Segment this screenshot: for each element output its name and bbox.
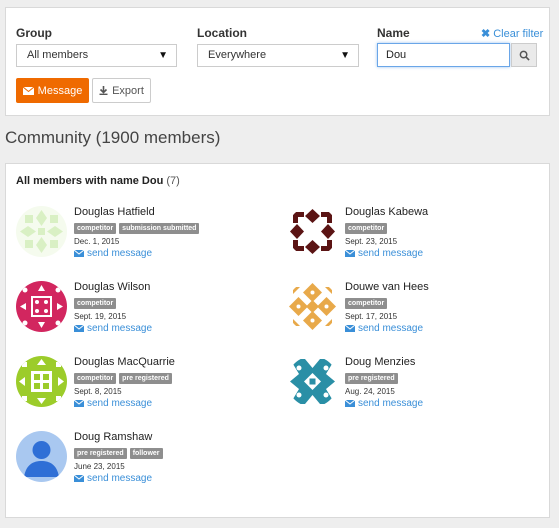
envelope-icon — [74, 475, 84, 482]
member-name[interactable]: Douglas Kabewa — [345, 206, 428, 218]
avatar[interactable] — [16, 206, 67, 257]
member-badges: competitor pre registered — [74, 373, 175, 384]
envelope-icon — [74, 250, 84, 257]
member-date: Sept. 17, 2015 — [345, 312, 398, 321]
send-message-label: send message — [87, 473, 153, 484]
status-badge: pre registered — [74, 448, 127, 459]
location-select[interactable]: Everywhere ▼ — [197, 44, 359, 67]
message-button-label: Message — [37, 84, 83, 97]
member-date: Dec. 1, 2015 — [74, 237, 120, 246]
envelope-icon — [345, 400, 355, 407]
member-name[interactable]: Douglas Wilson — [74, 281, 150, 293]
envelope-icon — [345, 325, 355, 332]
members-list-title: All members with name Dou — [16, 175, 164, 187]
send-message-label: send message — [87, 323, 153, 334]
members-list-heading: All members with name Dou (7) — [16, 175, 180, 187]
member-badges: competitor — [74, 298, 119, 309]
status-badge: follower — [129, 448, 163, 459]
avatar[interactable] — [287, 281, 338, 332]
member-name[interactable]: Douglas MacQuarrie — [74, 356, 175, 368]
filter-panel: Group All members ▼ Location Everywhere … — [5, 7, 550, 116]
send-message-label: send message — [358, 248, 424, 259]
status-badge: pre registered — [119, 373, 172, 384]
send-message-label: send message — [87, 248, 153, 259]
envelope-icon — [22, 86, 34, 95]
chevron-down-icon: ▼ — [158, 50, 168, 61]
avatar[interactable] — [16, 281, 67, 332]
status-badge: competitor — [74, 373, 117, 384]
send-message-link[interactable]: send message — [345, 323, 423, 334]
member-card: Douwe van Hees competitor Sept. 17, 2015… — [287, 281, 527, 341]
export-button-label: Export — [112, 84, 144, 97]
avatar[interactable] — [16, 356, 67, 407]
envelope-icon — [345, 250, 355, 257]
send-message-link[interactable]: send message — [345, 248, 423, 259]
group-select-value: All members — [27, 49, 89, 61]
member-date: Aug. 24, 2015 — [345, 387, 395, 396]
clear-filter-link[interactable]: ✖ Clear filter — [481, 27, 543, 40]
avatar[interactable] — [287, 356, 338, 407]
member-date: Sept. 23, 2015 — [345, 237, 398, 246]
member-date: Sept. 8, 2015 — [74, 387, 122, 396]
member-name[interactable]: Douwe van Hees — [345, 281, 429, 293]
send-message-link[interactable]: send message — [74, 473, 152, 484]
member-date: Sept. 19, 2015 — [74, 312, 127, 321]
status-badge: submission submitted — [119, 223, 200, 234]
member-badges: competitor — [345, 223, 390, 234]
member-card: Douglas Hatfield competitor submission su… — [16, 206, 256, 266]
location-label: Location — [197, 26, 247, 40]
member-card: Douglas Kabewa competitor Sept. 23, 2015… — [287, 206, 527, 266]
member-badges: competitor — [345, 298, 390, 309]
send-message-link[interactable]: send message — [74, 248, 152, 259]
members-panel: All members with name Dou (7) Douglas Ha… — [5, 163, 550, 518]
member-card: Douglas Wilson competitor Sept. 19, 2015… — [16, 281, 256, 341]
status-badge: competitor — [345, 298, 388, 309]
message-button[interactable]: Message — [16, 78, 89, 103]
name-search-input[interactable] — [377, 43, 510, 67]
member-card: Doug Menzies pre registered Aug. 24, 201… — [287, 356, 527, 416]
search-button[interactable] — [511, 43, 537, 67]
close-icon: ✖ — [481, 28, 491, 40]
send-message-link[interactable]: send message — [74, 323, 152, 334]
member-card: Doug Ramshaw pre registered follower June… — [16, 431, 256, 491]
download-icon — [99, 86, 108, 95]
envelope-icon — [74, 400, 84, 407]
envelope-icon — [74, 325, 84, 332]
avatar[interactable] — [16, 431, 67, 482]
group-label: Group — [16, 26, 52, 40]
status-badge: competitor — [74, 298, 117, 309]
member-badges: competitor submission submitted — [74, 223, 202, 234]
member-name[interactable]: Doug Ramshaw — [74, 431, 152, 443]
status-badge: competitor — [74, 223, 117, 234]
clear-filter-label: Clear filter — [493, 28, 544, 40]
send-message-label: send message — [87, 398, 153, 409]
page-title: Community (1900 members) — [5, 128, 221, 147]
send-message-link[interactable]: send message — [74, 398, 152, 409]
search-icon — [519, 50, 530, 61]
member-card: Douglas MacQuarrie competitor pre registe… — [16, 356, 256, 416]
avatar[interactable] — [287, 206, 338, 257]
group-select[interactable]: All members ▼ — [16, 44, 177, 67]
send-message-label: send message — [358, 323, 424, 334]
member-badges: pre registered — [345, 373, 401, 384]
member-name[interactable]: Douglas Hatfield — [74, 206, 155, 218]
members-count: (7) — [166, 175, 180, 187]
member-name[interactable]: Doug Menzies — [345, 356, 415, 368]
location-select-value: Everywhere — [208, 49, 267, 61]
status-badge: pre registered — [345, 373, 398, 384]
export-button[interactable]: Export — [92, 78, 151, 103]
send-message-link[interactable]: send message — [345, 398, 423, 409]
status-badge: competitor — [345, 223, 388, 234]
chevron-down-icon: ▼ — [340, 50, 350, 61]
member-date: June 23, 2015 — [74, 462, 125, 471]
name-label: Name — [377, 26, 410, 40]
member-badges: pre registered follower — [74, 448, 166, 459]
send-message-label: send message — [358, 398, 424, 409]
